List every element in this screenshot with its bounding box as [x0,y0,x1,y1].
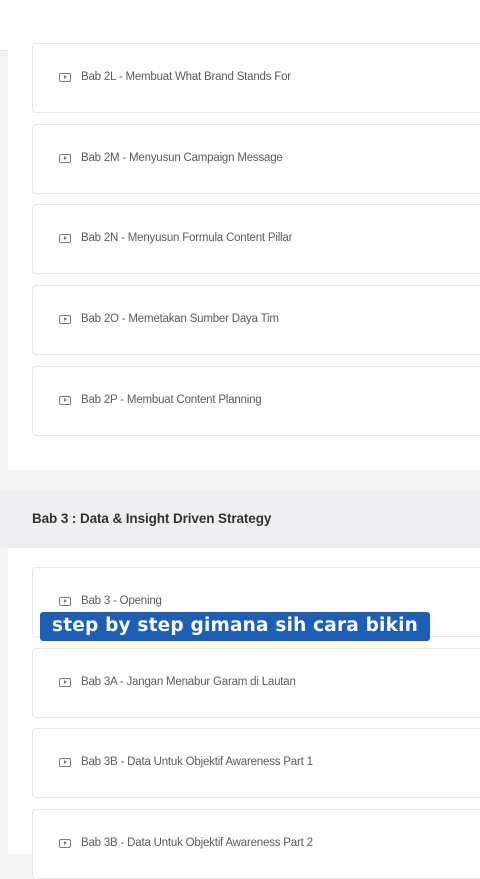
lesson-item-bab3b-part2[interactable]: Bab 3B - Data Untuk Objektif Awareness P… [32,809,480,879]
play-video-icon [59,839,71,848]
play-video-icon [59,315,71,324]
lesson-label: Bab 3B - Data Untuk Objektif Awareness P… [81,837,313,849]
lesson-label: Bab 2N - Menyusun Formula Content Pillar [81,232,293,244]
lesson-item-bab2p[interactable]: Bab 2P - Membuat Content Planning [32,366,480,436]
lesson-label: Bab 3A - Jangan Menabur Garam di Lautan [81,676,296,688]
play-video-icon [59,758,71,767]
play-video-icon [59,396,71,405]
lesson-item-bab3b-part1[interactable]: Bab 3B - Data Untuk Objektif Awareness P… [32,728,480,798]
lesson-label: Bab 3B - Data Untuk Objektif Awareness P… [81,756,313,768]
lesson-label: Bab 3 - Opening [81,595,162,607]
lesson-label: Bab 2L - Membuat What Brand Stands For [81,71,291,83]
lesson-label: Bab 2P - Membuat Content Planning [81,394,262,406]
play-video-icon [59,154,71,163]
lesson-item-bab2m[interactable]: Bab 2M - Menyusun Campaign Message [32,124,480,194]
lesson-item-bab3a[interactable]: Bab 3A - Jangan Menabur Garam di Lautan [32,648,480,718]
lesson-item-bab2l[interactable]: Bab 2L - Membuat What Brand Stands For [32,43,480,113]
play-video-icon [59,678,71,687]
play-video-icon [59,597,71,606]
section-title: Bab 3 : Data & Insight Driven Strategy [32,511,272,526]
section-header-bab3[interactable]: Bab 3 : Data & Insight Driven Strategy [0,490,480,548]
lesson-label: Bab 2M - Menyusun Campaign Message [81,152,283,164]
lesson-item-bab2o[interactable]: Bab 2O - Memetakan Sumber Daya Tim [32,285,480,355]
play-video-icon [59,73,71,82]
play-video-icon [59,234,71,243]
lesson-item-bab2n[interactable]: Bab 2N - Menyusun Formula Content Pillar [32,204,480,274]
video-caption-overlay: step by step gimana sih cara bikin [40,612,431,641]
lesson-label: Bab 2O - Memetakan Sumber Daya Tim [81,313,279,325]
